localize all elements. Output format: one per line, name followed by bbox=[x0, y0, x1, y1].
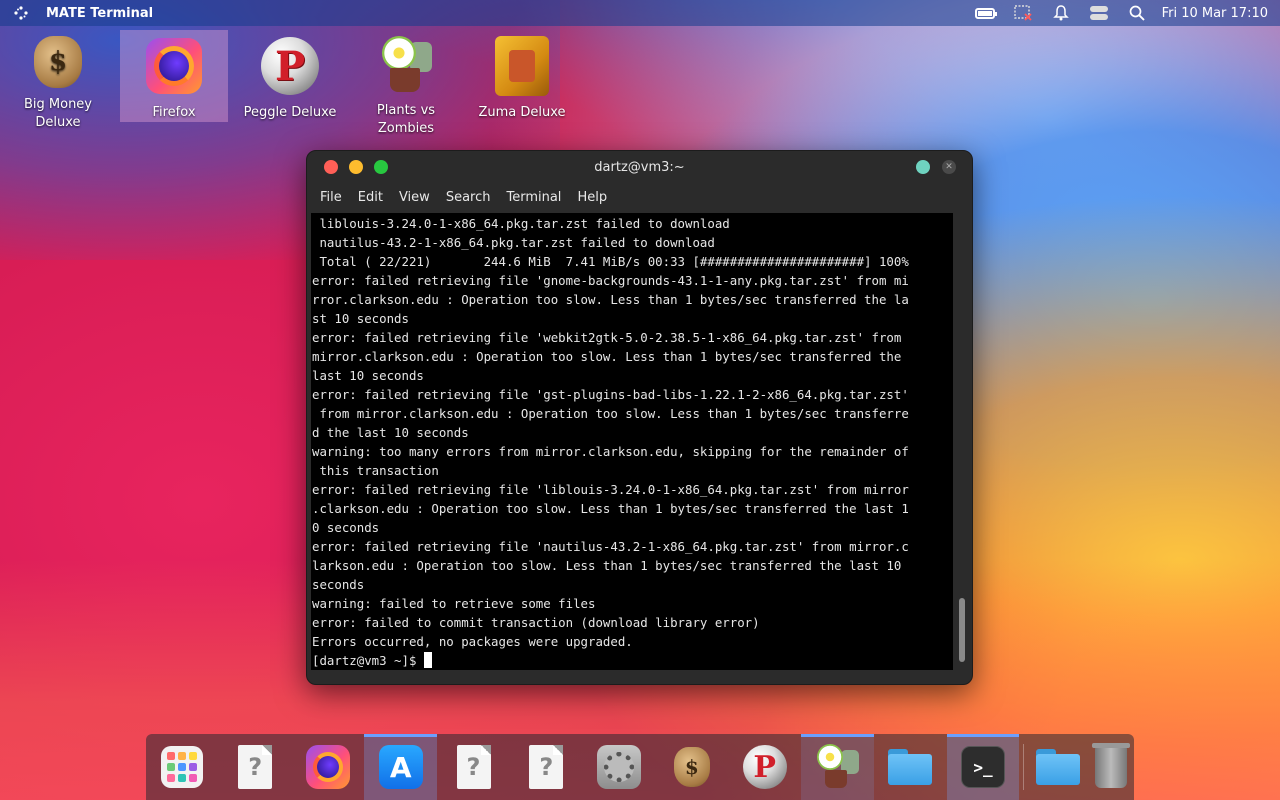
battery-icon[interactable] bbox=[966, 0, 1004, 26]
terminal-line: Errors occurred, no packages were upgrad… bbox=[312, 634, 633, 649]
dock-item-unknown-app-2[interactable]: ? bbox=[437, 734, 510, 800]
terminal-line: seconds bbox=[312, 577, 365, 592]
shell-prompt: [dartz@vm3 ~]$ bbox=[312, 653, 424, 668]
terminal-line: 0 seconds bbox=[312, 520, 380, 535]
money-bag-icon: $ bbox=[673, 747, 710, 787]
desktop-icon-label: Peggle Deluxe bbox=[243, 105, 337, 120]
terminal-scrollbar[interactable] bbox=[956, 213, 966, 670]
terminal-line: this transaction bbox=[312, 463, 439, 478]
network-icon[interactable] bbox=[1004, 0, 1042, 26]
settings-icon bbox=[597, 745, 642, 789]
terminal-line: error: failed retrieving file 'gnome-bac… bbox=[312, 273, 909, 288]
terminal-line: error: failed to commit transaction (dow… bbox=[312, 615, 760, 630]
scrollbar-thumb[interactable] bbox=[959, 598, 965, 662]
terminal-line: mirror.clarkson.edu : Operation too slow… bbox=[312, 349, 902, 364]
menu-icon[interactable] bbox=[8, 0, 34, 26]
app-store-icon: A bbox=[378, 745, 423, 789]
dock-item-settings[interactable] bbox=[583, 734, 656, 800]
top-panel: MATE Terminal Fri 10 Mar 17:10 bbox=[0, 0, 1280, 26]
app-grid-icon bbox=[161, 746, 204, 788]
dock-item-app-launcher[interactable] bbox=[146, 734, 219, 800]
desktop-icon-zuma-deluxe[interactable]: Zuma Deluxe bbox=[468, 30, 576, 130]
folder-icon bbox=[888, 749, 933, 785]
terminal-window[interactable]: dartz@vm3:~ ✕ File Edit View Search Term… bbox=[306, 150, 973, 685]
dock-item-home-folder[interactable] bbox=[1028, 734, 1088, 800]
dock-item-big-money-deluxe[interactable]: $ bbox=[655, 734, 728, 800]
maximize-button[interactable] bbox=[374, 160, 388, 174]
dock-separator bbox=[1023, 744, 1025, 790]
window-status-dot[interactable] bbox=[916, 160, 930, 174]
clock[interactable]: Fri 10 Mar 17:10 bbox=[1156, 6, 1280, 21]
dock-item-app-store[interactable]: A bbox=[364, 734, 438, 800]
plants-vs-zombies-icon bbox=[378, 36, 434, 94]
desktop-icon-label: Firefox bbox=[152, 105, 196, 120]
document-icon: ? bbox=[238, 745, 273, 789]
terminal-line: error: failed retrieving file 'webkit2gt… bbox=[312, 330, 902, 345]
terminal-line: rror.clarkson.edu : Operation too slow. … bbox=[312, 292, 909, 307]
text-cursor bbox=[423, 652, 432, 668]
minimize-button[interactable] bbox=[349, 160, 363, 174]
menu-edit[interactable]: Edit bbox=[350, 183, 391, 213]
folder-icon bbox=[1036, 749, 1081, 785]
desktop-icon-label: Big Money Deluxe bbox=[23, 97, 92, 130]
menu-terminal[interactable]: Terminal bbox=[498, 183, 569, 213]
terminal-line: d the last 10 seconds bbox=[312, 425, 469, 440]
dock-item-trash[interactable] bbox=[1088, 734, 1134, 800]
notification-bell-icon[interactable] bbox=[1042, 0, 1080, 26]
desktop-icon-label: Zuma Deluxe bbox=[478, 105, 566, 120]
terminal-line: error: failed retrieving file 'nautilus-… bbox=[312, 539, 909, 554]
desktop-icon-plants-vs-zombies[interactable]: Plants vs Zombies bbox=[352, 30, 460, 136]
menu-search[interactable]: Search bbox=[438, 183, 499, 213]
window-title: dartz@vm3:~ bbox=[594, 159, 685, 175]
dock-item-peggle-deluxe[interactable]: P bbox=[728, 734, 801, 800]
firefox-icon bbox=[146, 38, 202, 94]
firefox-icon bbox=[305, 745, 350, 789]
toggles-icon[interactable] bbox=[1080, 0, 1118, 26]
menu-help[interactable]: Help bbox=[569, 183, 615, 213]
terminal-line: st 10 seconds bbox=[312, 311, 409, 326]
dock-item-unknown-app-3[interactable]: ? bbox=[510, 734, 583, 800]
desktop-icon-firefox[interactable]: Firefox bbox=[120, 30, 228, 122]
terminal-icon: >_ bbox=[960, 746, 1005, 788]
terminal-line: error: failed retrieving file 'gst-plugi… bbox=[312, 387, 909, 402]
peggle-icon: P bbox=[742, 745, 787, 789]
desktop-icon-peggle-deluxe[interactable]: P Peggle Deluxe bbox=[236, 30, 344, 130]
peggle-icon: P bbox=[261, 37, 319, 95]
plants-vs-zombies-icon bbox=[815, 744, 860, 790]
dock-item-plants-vs-zombies[interactable] bbox=[801, 734, 874, 800]
desktop-icon-big-money-deluxe[interactable]: $ Big Money Deluxe bbox=[4, 30, 112, 130]
menu-view[interactable]: View bbox=[391, 183, 438, 213]
dock-item-firefox[interactable] bbox=[292, 734, 365, 800]
document-icon: ? bbox=[529, 745, 564, 789]
menu-file[interactable]: File bbox=[312, 183, 350, 213]
terminal-line: Total ( 22/221) 244.6 MiB 7.41 MiB/s 00:… bbox=[312, 254, 909, 269]
terminal-line: warning: failed to retrieve some files bbox=[312, 596, 596, 611]
window-extra-button[interactable]: ✕ bbox=[942, 160, 956, 174]
terminal-line: .clarkson.edu : Operation too slow. Less… bbox=[312, 501, 909, 516]
dock-item-unknown-app-1[interactable]: ? bbox=[219, 734, 292, 800]
terminal-line: liblouis-3.24.0-1-x86_64.pkg.tar.zst fai… bbox=[312, 216, 730, 231]
terminal-line: from mirror.clarkson.edu : Operation too… bbox=[312, 406, 909, 421]
terminal-line: larkson.edu : Operation too slow. Less t… bbox=[312, 558, 902, 573]
trash-icon bbox=[1092, 743, 1131, 788]
close-button[interactable] bbox=[324, 160, 338, 174]
terminal-prompt-line[interactable]: [dartz@vm3 ~]$ bbox=[312, 651, 953, 670]
terminal-menubar: File Edit View Search Terminal Help bbox=[307, 183, 972, 213]
dock: ? A ? ? $ P >_ bbox=[146, 734, 1134, 800]
terminal-output[interactable]: liblouis-3.24.0-1-x86_64.pkg.tar.zst fai… bbox=[311, 213, 953, 670]
desktop-icon-label: Plants vs Zombies bbox=[376, 103, 436, 136]
active-app-title[interactable]: MATE Terminal bbox=[46, 6, 153, 21]
money-bag-icon: $ bbox=[34, 36, 82, 88]
search-icon[interactable] bbox=[1118, 0, 1156, 26]
document-icon: ? bbox=[456, 745, 491, 789]
terminal-line: nautilus-43.2-1-x86_64.pkg.tar.zst faile… bbox=[312, 235, 715, 250]
dock-item-mate-terminal[interactable]: >_ bbox=[946, 734, 1020, 800]
window-titlebar[interactable]: dartz@vm3:~ ✕ bbox=[307, 151, 972, 183]
terminal-line: warning: too many errors from mirror.cla… bbox=[312, 444, 909, 459]
zuma-icon bbox=[495, 36, 549, 96]
dock-item-files[interactable] bbox=[874, 734, 947, 800]
terminal-line: last 10 seconds bbox=[312, 368, 424, 383]
terminal-line: error: failed retrieving file 'liblouis-… bbox=[312, 482, 909, 497]
